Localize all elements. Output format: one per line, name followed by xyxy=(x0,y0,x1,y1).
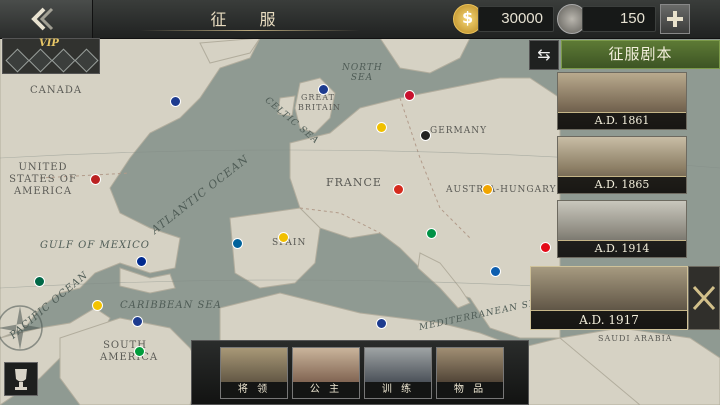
scenario-year: A.D. 1914 xyxy=(558,240,686,257)
scenario-card-1865[interactable]: A.D. 1865 xyxy=(557,136,687,194)
scenario-card-1861[interactable]: A.D. 1861 xyxy=(557,72,687,130)
menu-generals[interactable]: 将 领 xyxy=(220,347,288,399)
page-title: 征 服 xyxy=(210,10,290,29)
scenario-year: A.D. 1861 xyxy=(558,112,686,129)
label-canada: CANADA xyxy=(30,85,83,96)
vip-badge-3-icon[interactable] xyxy=(51,48,76,73)
menu-label: 公 主 xyxy=(293,382,359,398)
label-germany: GERMANY xyxy=(430,126,488,136)
trophy-icon xyxy=(15,369,27,390)
flag-usa[interactable] xyxy=(90,174,101,185)
flag-austria[interactable] xyxy=(482,184,493,195)
scenario-year: A.D. 1917 xyxy=(531,310,687,329)
back-arrow-icon xyxy=(31,7,54,31)
flag-brazil[interactable] xyxy=(134,346,145,357)
flag-britain-canada[interactable] xyxy=(170,96,181,107)
flag-denmark[interactable] xyxy=(404,90,415,101)
vip-panel[interactable]: VIP xyxy=(2,38,100,74)
bottom-menu: 将 领 公 主 训 练 物 品 xyxy=(191,340,529,405)
items-image xyxy=(437,348,503,384)
label-north-sea: NORTH SEA xyxy=(342,63,383,83)
scenario-card-1917-selected[interactable]: A.D. 1917 xyxy=(530,266,688,330)
vip-badge-4-icon[interactable] xyxy=(74,48,99,73)
trophy-button[interactable] xyxy=(4,362,38,396)
label-gulf: GULF OF MEXICO xyxy=(40,240,150,251)
back-button[interactable] xyxy=(0,0,93,38)
vip-badge-1-icon[interactable] xyxy=(5,48,30,73)
flag-venezuela[interactable] xyxy=(92,300,103,311)
title-underline xyxy=(140,30,360,31)
princess-image xyxy=(293,348,359,384)
crossed-swords-icon xyxy=(692,285,716,311)
label-britain: GREAT BRITAIN xyxy=(298,93,341,112)
top-bar: 征 服 $ 30000 150 xyxy=(0,0,720,39)
menu-label: 物 品 xyxy=(437,382,503,398)
medal-value: 150 xyxy=(619,10,645,27)
label-france: FRANCE xyxy=(326,176,382,189)
flag-germany[interactable] xyxy=(420,130,431,141)
start-battle-button[interactable] xyxy=(688,266,720,330)
flag-colombia[interactable] xyxy=(132,316,143,327)
flag-greece[interactable] xyxy=(490,266,501,277)
menu-princess[interactable]: 公 主 xyxy=(292,347,360,399)
scenario-header[interactable]: 征服剧本 xyxy=(561,40,720,69)
flag-belgium[interactable] xyxy=(376,122,387,133)
label-caribbean: CARIBBEAN SEA xyxy=(120,300,222,311)
flag-mexico[interactable] xyxy=(34,276,45,287)
swap-icon[interactable]: ⇆ xyxy=(529,40,559,70)
scenario-year: A.D. 1865 xyxy=(558,176,686,193)
generals-image xyxy=(221,348,287,384)
flag-switzerland[interactable] xyxy=(393,184,404,195)
gold-counter: 30000 xyxy=(478,6,554,32)
menu-items[interactable]: 物 品 xyxy=(436,347,504,399)
menu-label: 训 练 xyxy=(365,382,431,398)
menu-training[interactable]: 训 练 xyxy=(364,347,432,399)
label-austria: AUSTRIA-HUNGARY xyxy=(446,185,557,195)
label-spain: SPAIN xyxy=(272,238,307,248)
flag-italy[interactable] xyxy=(426,228,437,239)
flag-britain[interactable] xyxy=(318,84,329,95)
add-currency-button[interactable] xyxy=(660,4,690,34)
label-usa: UNITED STATES OF AMERICA xyxy=(9,162,77,197)
medal-counter: 150 xyxy=(582,6,656,32)
flag-portugal[interactable] xyxy=(232,238,243,249)
scenario-card-1914[interactable]: A.D. 1914 xyxy=(557,200,687,258)
menu-label: 将 领 xyxy=(221,382,287,398)
flag-cuba[interactable] xyxy=(136,256,147,267)
vip-badge-2-icon[interactable] xyxy=(28,48,53,73)
gold-value: 30000 xyxy=(501,10,543,27)
label-saudi: SAUDI ARABIA xyxy=(598,334,673,343)
flag-france-africa[interactable] xyxy=(376,318,387,329)
training-image xyxy=(365,348,431,384)
vip-label: VIP xyxy=(39,38,59,49)
flag-spain[interactable] xyxy=(278,232,289,243)
flag-ottoman[interactable] xyxy=(540,242,551,253)
